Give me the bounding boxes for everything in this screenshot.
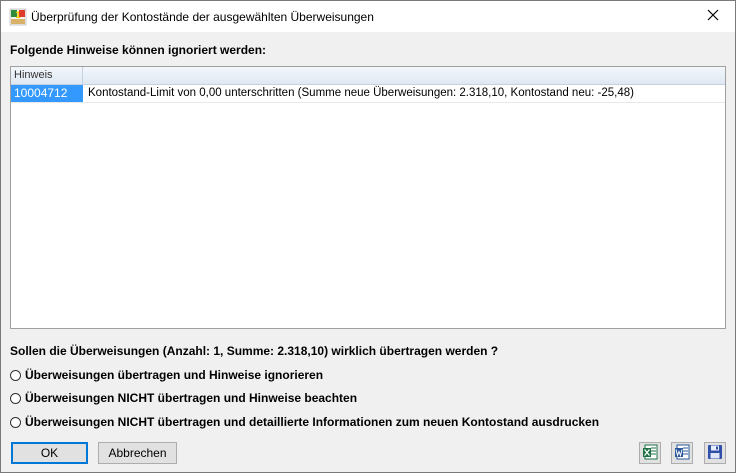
hint-text-cell[interactable]: Kontostand-Limit von 0,00 unterschritten…	[88, 85, 634, 102]
radio-circle[interactable]	[10, 369, 21, 381]
table-row[interactable]: 10004712 Kontostand-Limit von 0,00 unter…	[11, 85, 725, 103]
confirmation-question: Sollen die Überweisungen (Anzahl: 1, Sum…	[10, 344, 499, 358]
excel-export-button[interactable]	[639, 442, 661, 464]
radio-circle[interactable]	[10, 392, 21, 404]
ok-button[interactable]: OK	[11, 442, 88, 464]
word-export-icon	[674, 444, 690, 463]
window-title: Überprüfung der Kontostände der ausgewäh…	[31, 10, 374, 24]
cancel-button[interactable]: Abbrechen	[98, 442, 177, 464]
word-export-button[interactable]	[671, 442, 693, 464]
option-transfer-ignore[interactable]: Überweisungen übertragen und Hinweise ig…	[10, 367, 323, 383]
bank-transfer-icon: 1	[9, 8, 27, 26]
radio-circle[interactable]	[10, 416, 21, 428]
save-icon	[707, 444, 723, 463]
option-not-transfer-print[interactable]: Überweisungen NICHT übertragen und detai…	[10, 414, 599, 430]
close-button[interactable]	[691, 1, 735, 32]
dialog-window: 1 Überprüfung der Kontostände der ausgew…	[0, 0, 736, 473]
option-label: Überweisungen NICHT übertragen und Hinwe…	[25, 391, 358, 405]
grid-header: Hinweis	[11, 67, 725, 85]
close-icon	[707, 9, 719, 24]
hints-section-label: Folgende Hinweise können ignoriert werde…	[10, 43, 267, 57]
save-button[interactable]	[704, 442, 726, 464]
hint-id-cell[interactable]: 10004712	[11, 85, 83, 102]
hints-grid[interactable]: Hinweis 10004712 Kontostand-Limit von 0,…	[10, 66, 726, 329]
excel-export-icon	[642, 444, 658, 463]
title-bar: 1 Überprüfung der Kontostände der ausgew…	[1, 1, 735, 32]
option-label: Überweisungen übertragen und Hinweise ig…	[25, 368, 324, 382]
column-header-hinweis[interactable]: Hinweis	[11, 67, 83, 84]
option-label: Überweisungen NICHT übertragen und detai…	[25, 415, 600, 429]
option-not-transfer-observe[interactable]: Überweisungen NICHT übertragen und Hinwe…	[10, 390, 357, 406]
